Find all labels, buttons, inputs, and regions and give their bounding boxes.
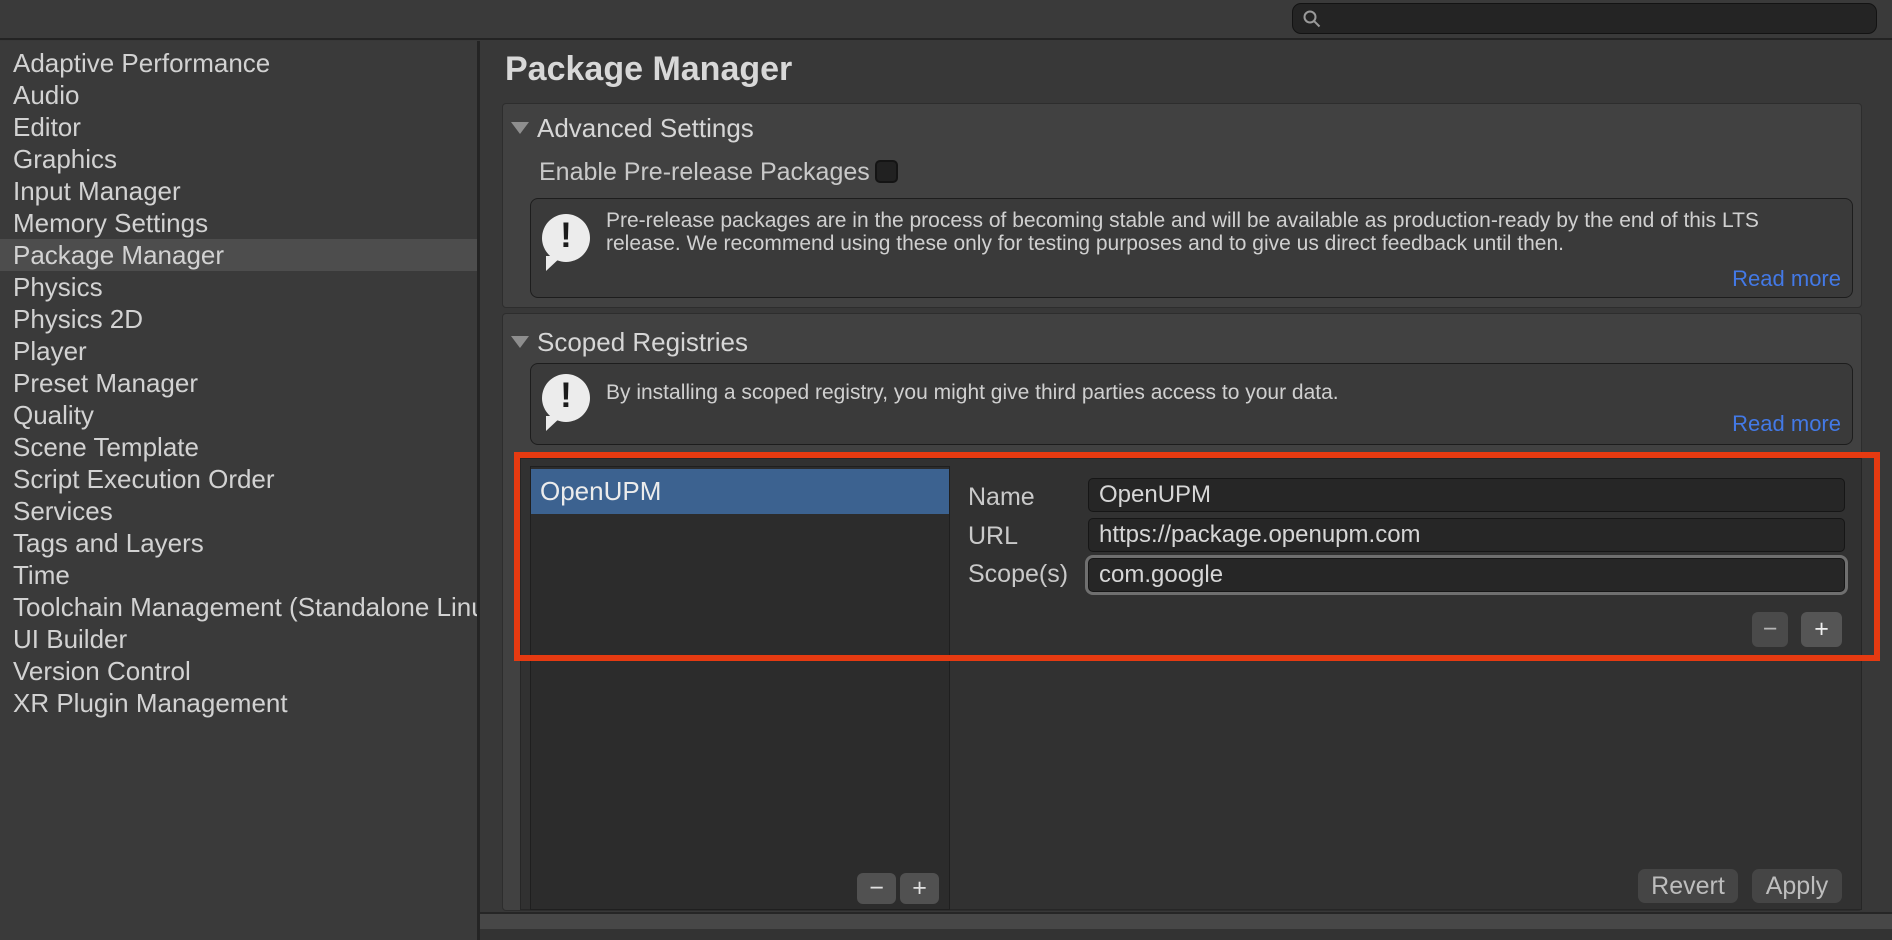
url-label: URL <box>968 522 1018 550</box>
sidebar-item[interactable]: Memory Settings <box>0 207 477 239</box>
sidebar-item[interactable]: Physics <box>0 271 477 303</box>
sidebar-item[interactable]: Scene Template <box>0 431 477 463</box>
prerelease-label: Enable Pre-release Packages <box>539 158 870 186</box>
sidebar-item[interactable]: Audio <box>0 79 477 111</box>
bottom-spacer <box>480 929 1892 940</box>
registry-remove-button[interactable]: − <box>857 873 896 904</box>
apply-button[interactable]: Apply <box>1752 869 1842 903</box>
sidebar-item[interactable]: Preset Manager <box>0 367 477 399</box>
sidebar-item[interactable]: Time <box>0 559 477 591</box>
search-input[interactable] <box>1329 4 1876 33</box>
scope-remove-button[interactable]: − <box>1752 612 1788 647</box>
scopes-field[interactable] <box>1088 558 1845 592</box>
search-box[interactable] <box>1292 3 1877 34</box>
project-settings-window: Adaptive PerformanceAudioEditorGraphicsI… <box>0 0 1892 940</box>
sidebar-item[interactable]: Player <box>0 335 477 367</box>
scopes-label: Scope(s) <box>968 560 1068 588</box>
horizontal-scrollbar[interactable] <box>480 912 1892 929</box>
scoped-infobox <box>530 363 1853 445</box>
prerelease-info-line2: release. We recommend using these only f… <box>606 232 1564 255</box>
panel-divider[interactable] <box>477 41 480 940</box>
scoped-foldout-arrow-icon[interactable] <box>511 336 529 348</box>
sidebar-item[interactable]: Quality <box>0 399 477 431</box>
name-label: Name <box>968 483 1035 511</box>
sidebar-item[interactable]: XR Plugin Management <box>0 687 477 719</box>
url-field[interactable] <box>1088 518 1845 552</box>
sidebar-item[interactable]: Adaptive Performance <box>0 47 477 79</box>
scoped-read-more-link[interactable]: Read more <box>1700 411 1841 437</box>
prerelease-info-line1: Pre-release packages are in the process … <box>606 209 1759 232</box>
top-toolbar <box>0 0 1892 40</box>
advanced-foldout-arrow-icon[interactable] <box>511 122 529 134</box>
sidebar-item[interactable]: Toolchain Management (Standalone Linu <box>0 591 477 623</box>
registry-add-button[interactable]: + <box>900 873 939 904</box>
name-field[interactable] <box>1088 478 1845 512</box>
scoped-registries-header[interactable]: Scoped Registries <box>537 327 748 357</box>
exclamation-glyph: ! <box>542 216 590 256</box>
sidebar-item[interactable]: Services <box>0 495 477 527</box>
page-title: Package Manager <box>505 48 792 90</box>
sidebar-item[interactable]: Input Manager <box>0 175 477 207</box>
settings-sidebar: Adaptive PerformanceAudioEditorGraphicsI… <box>0 41 477 940</box>
sidebar-item[interactable]: Package Manager <box>0 239 477 271</box>
registry-row[interactable]: OpenUPM <box>531 469 949 514</box>
sidebar-item[interactable]: Script Execution Order <box>0 463 477 495</box>
registry-list[interactable]: OpenUPM <box>530 466 950 910</box>
sidebar-item[interactable]: Version Control <box>0 655 477 687</box>
advanced-read-more-link[interactable]: Read more <box>1700 266 1841 292</box>
sidebar-item[interactable]: Graphics <box>0 143 477 175</box>
scope-add-button[interactable]: + <box>1801 612 1842 647</box>
sidebar-list: Adaptive PerformanceAudioEditorGraphicsI… <box>0 47 477 719</box>
info-bubble-icon: ! <box>542 214 590 262</box>
search-icon <box>1301 8 1323 30</box>
info-bubble-icon: ! <box>542 374 590 422</box>
scoped-info-line: By installing a scoped registry, you mig… <box>606 381 1339 404</box>
advanced-settings-header[interactable]: Advanced Settings <box>537 113 754 143</box>
revert-button[interactable]: Revert <box>1638 869 1738 903</box>
sidebar-item[interactable]: Editor <box>0 111 477 143</box>
sidebar-item[interactable]: Physics 2D <box>0 303 477 335</box>
sidebar-item[interactable]: Tags and Layers <box>0 527 477 559</box>
sidebar-item[interactable]: UI Builder <box>0 623 477 655</box>
exclamation-glyph: ! <box>542 376 590 416</box>
prerelease-checkbox[interactable] <box>875 160 898 183</box>
